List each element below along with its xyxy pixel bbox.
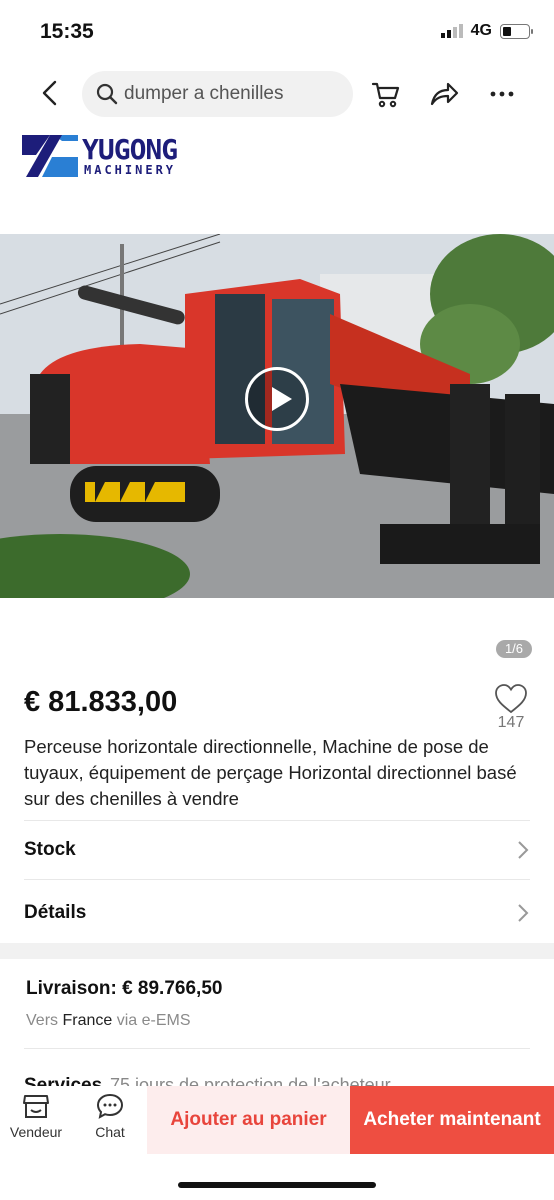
image-counter: 1/6 bbox=[496, 640, 532, 658]
section-divider bbox=[0, 943, 554, 959]
delivery-cost: Livraison: € 89.766,50 bbox=[26, 978, 223, 999]
chat-icon bbox=[96, 1093, 124, 1119]
chat-tab[interactable]: Chat bbox=[80, 1092, 140, 1140]
product-price: € 81.833,00 bbox=[24, 686, 178, 718]
share-icon[interactable] bbox=[428, 78, 460, 110]
heart-icon[interactable] bbox=[494, 683, 528, 715]
video-play-button[interactable] bbox=[245, 367, 309, 431]
top-nav: dumper a chenilles bbox=[0, 66, 554, 122]
details-label: Détails bbox=[24, 902, 87, 923]
home-indicator bbox=[178, 1182, 376, 1188]
back-arrow-icon[interactable] bbox=[36, 78, 66, 108]
like-count: 147 bbox=[497, 714, 525, 731]
search-input[interactable]: dumper a chenilles bbox=[82, 71, 353, 117]
battery-icon bbox=[500, 23, 533, 39]
status-time: 15:35 bbox=[40, 20, 94, 43]
buy-now-button[interactable]: Acheter maintenant bbox=[350, 1086, 554, 1154]
chat-label: Chat bbox=[95, 1124, 125, 1140]
route-carrier: via e-EMS bbox=[116, 1012, 191, 1029]
route-prefix: Vers bbox=[26, 1012, 59, 1029]
route-country[interactable]: France bbox=[62, 1012, 112, 1029]
brand-logo: YUGONG MACHINERY bbox=[22, 133, 222, 181]
search-icon bbox=[96, 83, 118, 105]
vendor-tab[interactable]: Vendeur bbox=[6, 1092, 66, 1140]
search-placeholder: dumper a chenilles bbox=[124, 83, 284, 104]
delivery-route: Vers France via e-EMS bbox=[26, 1012, 191, 1030]
stock-label: Stock bbox=[24, 839, 76, 860]
yugong-logo-icon bbox=[22, 135, 78, 177]
product-title: Perceuse horizontale directionnelle, Mac… bbox=[24, 736, 517, 809]
chevron-right-icon bbox=[518, 841, 529, 859]
add-to-cart-button[interactable]: Ajouter au panier bbox=[147, 1086, 350, 1154]
vendor-label: Vendeur bbox=[9, 1124, 63, 1140]
status-indicators: 4G bbox=[440, 22, 533, 40]
store-icon bbox=[23, 1095, 49, 1118]
services-row[interactable]: Services 75 jours de protection de l'ach… bbox=[24, 1048, 530, 1089]
chevron-right-icon bbox=[518, 904, 529, 922]
status-bar: 15:35 4G bbox=[0, 0, 554, 66]
brand-tagline: MACHINERY bbox=[84, 163, 177, 177]
details-row[interactable]: Détails bbox=[24, 879, 530, 944]
cart-icon[interactable] bbox=[370, 78, 402, 110]
brand-name: YUGONG bbox=[82, 133, 178, 166]
signal-icon bbox=[440, 24, 463, 38]
stock-row[interactable]: Stock bbox=[24, 820, 530, 879]
more-icon[interactable] bbox=[486, 78, 518, 110]
network-label: 4G bbox=[470, 22, 492, 39]
